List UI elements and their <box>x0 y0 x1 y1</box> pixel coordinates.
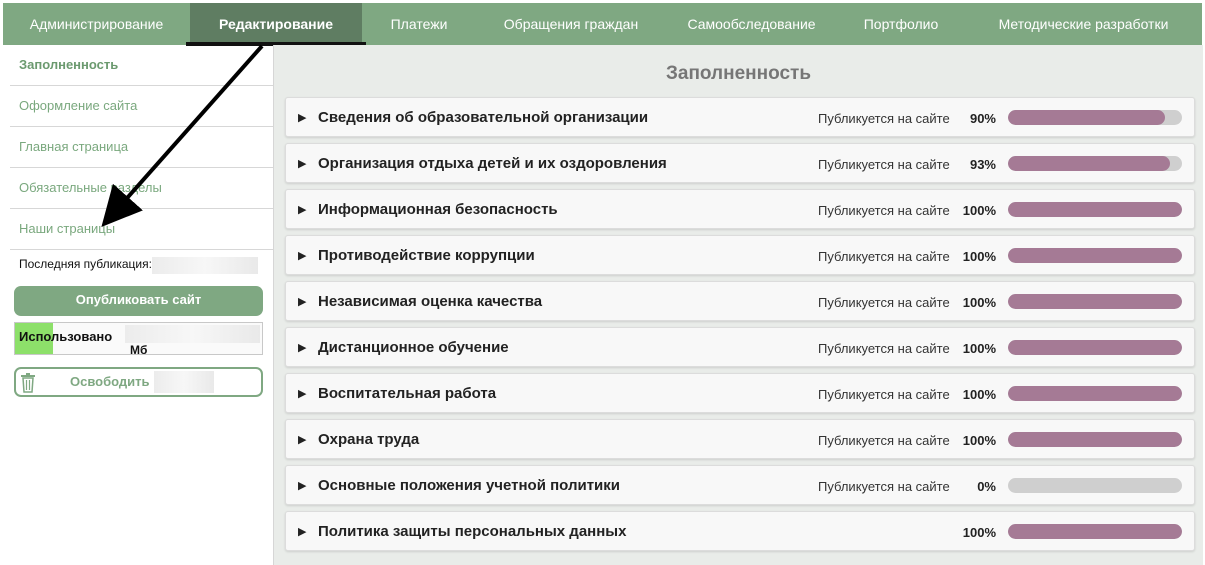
section-title: Воспитательная работа <box>318 385 497 402</box>
page-title: Заполненность <box>665 63 812 84</box>
completion-progress-bar <box>1008 340 1182 355</box>
completion-progress-bar <box>1008 478 1182 493</box>
trash-icon <box>21 373 35 393</box>
sidebar-item-required-sections[interactable]: Обязательные разделы <box>10 168 273 209</box>
expand-triangle-icon[interactable]: ▶ <box>298 203 306 216</box>
nav-tab-administration[interactable]: Администрирование <box>3 3 190 45</box>
section-row[interactable]: ▶ Воспитательная работа Публикуется на сай… <box>285 373 1195 413</box>
completion-percent: 90% <box>969 111 996 126</box>
completion-percent: 100% <box>962 295 996 310</box>
completion-progress-bar <box>1008 202 1182 217</box>
completion-progress-bar <box>1008 156 1182 171</box>
section-title: Противодействие коррупции <box>318 247 535 264</box>
section-title: Основные положения учетной политики <box>318 477 621 494</box>
storage-usage-label: Использовано <box>19 329 113 344</box>
nav-tab-appeals[interactable]: Обращения граждан <box>476 3 666 45</box>
published-status: Публикуется на сайте <box>818 387 950 402</box>
last-publication-label: Последняя публикация: <box>19 257 152 271</box>
completion-progress-fill <box>1008 248 1182 263</box>
free-space-button[interactable]: Освободить <box>14 367 263 397</box>
completion-progress-fill <box>1008 202 1182 217</box>
expand-triangle-icon[interactable]: ▶ <box>298 157 306 170</box>
completion-progress-bar <box>1008 432 1182 447</box>
section-row[interactable]: ▶ Основные положения учетной политики Публ… <box>285 465 1195 505</box>
expand-triangle-icon[interactable]: ▶ <box>298 249 306 262</box>
section-row[interactable]: ▶ Сведения об образовательной организации… <box>285 97 1195 137</box>
completion-percent: 100% <box>962 341 996 356</box>
publish-site-button[interactable]: Опубликовать сайт <box>14 286 263 316</box>
completion-progress-bar <box>1008 294 1182 309</box>
last-publication-value-redacted <box>152 257 258 274</box>
completion-percent: 100% <box>962 387 996 402</box>
sidebar-item-our-pages[interactable]: Наши страницы <box>10 209 273 250</box>
completion-progress-fill <box>1008 294 1182 309</box>
published-status: Публикуется на сайте <box>818 111 950 126</box>
published-status: Публикуется на сайте <box>818 157 950 172</box>
section-title: Организация отдыха детей и их оздоровлен… <box>318 155 667 172</box>
published-status: Публикуется на сайте <box>818 203 950 218</box>
storage-usage-meter: Использовано Мб <box>14 322 263 357</box>
expand-triangle-icon[interactable]: ▶ <box>298 111 306 124</box>
completion-progress-fill <box>1008 110 1165 125</box>
expand-triangle-icon[interactable]: ▶ <box>298 295 306 308</box>
completion-percent: 100% <box>962 433 996 448</box>
section-row[interactable]: ▶ Охрана труда Публикуется на сайте 100% <box>285 419 1195 459</box>
published-status: Публикуется на сайте <box>818 295 950 310</box>
nav-tab-methodical[interactable]: Методические разработки <box>965 3 1202 45</box>
section-row[interactable]: ▶ Организация отдыха детей и их оздоровле… <box>285 143 1195 183</box>
sidebar-item-site-design[interactable]: Оформление сайта <box>10 86 273 127</box>
free-space-value-redacted <box>154 371 214 393</box>
published-status: Публикуется на сайте <box>818 249 950 264</box>
section-title: Дистанционное обучение <box>318 339 509 356</box>
expand-triangle-icon[interactable]: ▶ <box>298 341 306 354</box>
completion-progress-fill <box>1008 524 1182 539</box>
expand-triangle-icon[interactable]: ▶ <box>298 479 306 492</box>
nav-tab-portfolio[interactable]: Портфолио <box>837 3 965 45</box>
expand-triangle-icon[interactable]: ▶ <box>298 387 306 400</box>
nav-tab-payments[interactable]: Платежи <box>362 3 476 45</box>
completion-progress-bar <box>1008 110 1182 125</box>
sidebar-item-home-page[interactable]: Главная страница <box>10 127 273 168</box>
completion-percent: 100% <box>962 525 996 540</box>
completion-progress-fill <box>1008 386 1182 401</box>
section-title: Независимая оценка качества <box>318 293 543 310</box>
section-title: Политика защиты персональных данных <box>318 523 627 540</box>
nav-tab-editing[interactable]: Редактирование <box>190 3 362 45</box>
section-row[interactable]: ▶ Независимая оценка качества Публикуется … <box>285 281 1195 321</box>
completion-progress-bar <box>1008 386 1182 401</box>
published-status: Публикуется на сайте <box>818 341 950 356</box>
sidebar-item-completeness[interactable]: Заполненность <box>10 45 273 86</box>
completion-progress-fill <box>1008 340 1182 355</box>
storage-usage-unit: Мб <box>130 343 148 357</box>
section-row[interactable]: ▶ Дистанционное обучение Публикуется на са… <box>285 327 1195 367</box>
section-title: Сведения об образовательной организации <box>318 109 649 126</box>
section-row[interactable]: ▶ Информационная безопасность Публикуется … <box>285 189 1195 229</box>
sidebar: Заполненность Оформление сайта Главная с… <box>10 45 273 250</box>
published-status: Публикуется на сайте <box>818 479 950 494</box>
completion-percent: 93% <box>969 157 996 172</box>
expand-triangle-icon[interactable]: ▶ <box>298 525 306 538</box>
nav-tab-self-examination[interactable]: Самообследование <box>666 3 837 45</box>
completion-progress-bar <box>1008 524 1182 539</box>
section-row[interactable]: ▶ Противодействие коррупции Публикуется на… <box>285 235 1195 275</box>
completion-percent: 0% <box>977 479 996 494</box>
top-nav: Администрирование Редактирование Платежи… <box>3 3 1202 45</box>
completion-progress-fill <box>1008 432 1182 447</box>
published-status: Публикуется на сайте <box>818 433 950 448</box>
completion-progress-bar <box>1008 248 1182 263</box>
completion-percent: 100% <box>962 203 996 218</box>
main-panel: Заполненность ▶ Сведения об образовательн… <box>273 45 1203 565</box>
section-title: Информационная безопасность <box>318 201 558 218</box>
storage-usage-value-redacted <box>125 325 260 343</box>
completion-percent: 100% <box>962 249 996 264</box>
section-row[interactable]: ▶ Политика защиты персональных данных 100% <box>285 511 1195 551</box>
free-space-button-label: Освободить <box>70 374 150 389</box>
expand-triangle-icon[interactable]: ▶ <box>298 433 306 446</box>
section-title: Охрана труда <box>318 431 420 448</box>
completion-progress-fill <box>1008 156 1170 171</box>
